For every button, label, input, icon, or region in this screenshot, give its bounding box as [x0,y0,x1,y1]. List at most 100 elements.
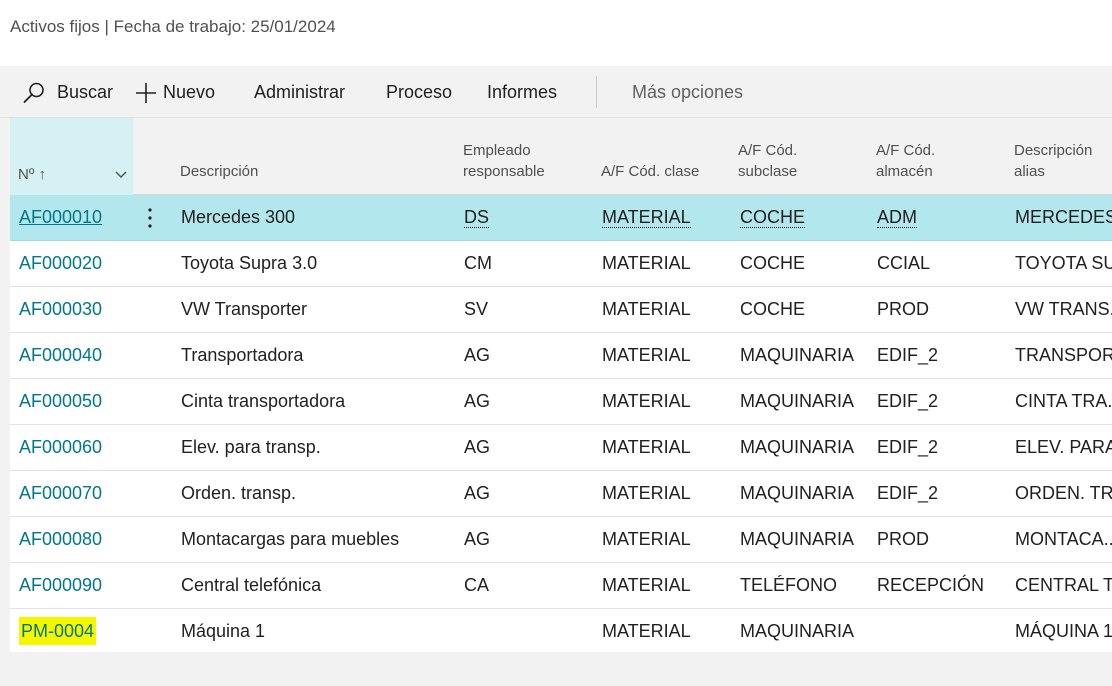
column-header-alias[interactable]: Descripción alias [1014,140,1092,182]
location-cell[interactable]: CCIAL [877,241,1011,286]
description-cell[interactable]: Cinta transportadora [181,379,461,424]
alias-cell[interactable]: ELEV. PARA... [1015,425,1112,470]
subclass-cell[interactable]: TELÉFONO [740,563,874,608]
more-options-button[interactable]: Más opciones [632,81,743,105]
alias-cell[interactable]: ORDEN. TR... [1015,471,1112,516]
column-header-class[interactable]: A/F Cód. clase [601,161,699,182]
location-cell[interactable]: RECEPCIÓN [877,563,1011,608]
table-row[interactable]: AF000080 Montacargas para muebles AG MAT… [10,517,1112,563]
alias-cell[interactable]: TRANSPOR... [1015,333,1112,378]
description-cell[interactable]: Transportadora [181,333,461,378]
asset-no-link[interactable]: AF000080 [19,517,131,562]
alias-cell[interactable]: CENTRAL T... [1015,563,1112,608]
description-cell[interactable]: Elev. para transp. [181,425,461,470]
location-cell[interactable]: PROD [877,287,1011,332]
class-cell[interactable]: MATERIAL [602,241,736,286]
chevron-down-icon[interactable] [114,167,128,181]
asset-no-link[interactable]: AF000070 [19,471,131,516]
employee-cell[interactable]: AG [464,333,594,378]
subclass-cell[interactable]: COCHE [740,195,874,240]
table-row[interactable]: AF000050 Cinta transportadora AG MATERIA… [10,379,1112,425]
class-cell[interactable]: MATERIAL [602,609,736,652]
column-header-no[interactable]: Nº ↑ [10,118,133,195]
class-cell[interactable]: MATERIAL [602,287,736,332]
column-header-employee-line1: Empleado [463,142,531,159]
class-cell[interactable]: MATERIAL [602,425,736,470]
description-cell[interactable]: Máquina 1 [181,609,461,652]
description-cell[interactable]: Orden. transp. [181,471,461,516]
class-cell[interactable]: MATERIAL [602,563,736,608]
employee-cell[interactable]: AG [464,425,594,470]
location-cell[interactable]: ADM [877,195,1011,240]
alias-cell[interactable]: CINTA TRA... [1015,379,1112,424]
subclass-cell[interactable]: MAQUINARIA [740,333,874,378]
subclass-cell[interactable]: MAQUINARIA [740,379,874,424]
subclass-cell[interactable]: MAQUINARIA [740,517,874,562]
asset-no-link[interactable]: AF000060 [19,425,131,470]
class-cell[interactable]: MATERIAL [602,333,736,378]
table-row[interactable]: AF000010 Mercedes 300 DS MATERIAL COCHE … [10,195,1112,241]
class-cell[interactable]: MATERIAL [602,471,736,516]
manage-menu[interactable]: Administrar [254,81,345,105]
column-header-subclass[interactable]: A/F Cód. subclase [738,140,797,182]
subclass-cell[interactable]: MAQUINARIA [740,471,874,516]
search-button[interactable]: Buscar [22,81,114,105]
description-cell[interactable]: Montacargas para muebles [181,517,461,562]
employee-cell[interactable]: AG [464,379,594,424]
table-row[interactable]: AF000040 Transportadora AG MATERIAL MAQU… [10,333,1112,379]
employee-cell[interactable]: CM [464,241,594,286]
description-cell[interactable]: Mercedes 300 [181,195,461,240]
reports-menu[interactable]: Informes [487,81,557,105]
employee-cell[interactable]: DS [464,195,594,240]
description-cell[interactable]: VW Transporter [181,287,461,332]
location-cell[interactable]: EDIF_2 [877,379,1011,424]
process-menu[interactable]: Proceso [386,81,452,105]
class-cell[interactable]: MATERIAL [602,195,736,240]
column-header-row: Nº ↑ Descripción Empleado responsable A/… [10,118,1112,195]
alias-cell[interactable]: TOYOTA SU... [1015,241,1112,286]
description-cell[interactable]: Central telefónica [181,563,461,608]
class-cell[interactable]: MATERIAL [602,517,736,562]
column-header-description[interactable]: Descripción [180,161,258,182]
alias-cell[interactable]: MONTACA... [1015,517,1112,562]
column-header-subclass-line2: subclase [738,163,798,180]
employee-cell[interactable]: CA [464,563,594,608]
asset-no-link[interactable]: AF000010 [19,195,131,240]
subclass-cell[interactable]: COCHE [740,287,874,332]
description-cell[interactable]: Toyota Supra 3.0 [181,241,461,286]
employee-cell[interactable]: AG [464,517,594,562]
employee-cell[interactable]: AG [464,471,594,516]
location-cell[interactable]: EDIF_2 [877,333,1011,378]
table-row[interactable]: AF000020 Toyota Supra 3.0 CM MATERIAL CO… [10,241,1112,287]
subclass-cell[interactable]: MAQUINARIA [740,609,874,652]
subclass-cell[interactable]: COCHE [740,241,874,286]
column-header-location-line2: almacén [876,163,933,180]
asset-no-link[interactable]: AF000030 [19,287,131,332]
class-cell[interactable]: MATERIAL [602,379,736,424]
more-actions-icon[interactable] [145,206,155,230]
column-header-location[interactable]: A/F Cód. almacén [876,140,935,182]
asset-no-link[interactable]: AF000020 [19,241,131,286]
table-row[interactable]: PM-0004 Máquina 1 MATERIAL MAQUINARIA MÁ… [10,609,1112,652]
location-cell[interactable]: EDIF_2 [877,425,1011,470]
asset-no-link[interactable]: AF000040 [19,333,131,378]
asset-no-link[interactable]: PM-0004 [19,609,131,652]
location-cell[interactable] [877,609,1011,652]
alias-cell[interactable]: MERCEDES 300 [1015,195,1112,240]
column-header-employee[interactable]: Empleado responsable [463,140,545,182]
new-button[interactable]: Nuevo [134,81,224,105]
table-row[interactable]: AF000030 VW Transporter SV MATERIAL COCH… [10,287,1112,333]
asset-no-link[interactable]: AF000050 [19,379,131,424]
column-header-subclass-line1: A/F Cód. [738,142,798,159]
location-cell[interactable]: EDIF_2 [877,471,1011,516]
alias-cell[interactable]: MÁQUINA 1 [1015,609,1112,652]
subclass-cell[interactable]: MAQUINARIA [740,425,874,470]
alias-cell[interactable]: VW TRANS... [1015,287,1112,332]
employee-cell[interactable] [464,609,594,652]
asset-no-link[interactable]: AF000090 [19,563,131,608]
table-row[interactable]: AF000070 Orden. transp. AG MATERIAL MAQU… [10,471,1112,517]
table-row[interactable]: AF000090 Central telefónica CA MATERIAL … [10,563,1112,609]
location-cell[interactable]: PROD [877,517,1011,562]
employee-cell[interactable]: SV [464,287,594,332]
table-row[interactable]: AF000060 Elev. para transp. AG MATERIAL … [10,425,1112,471]
